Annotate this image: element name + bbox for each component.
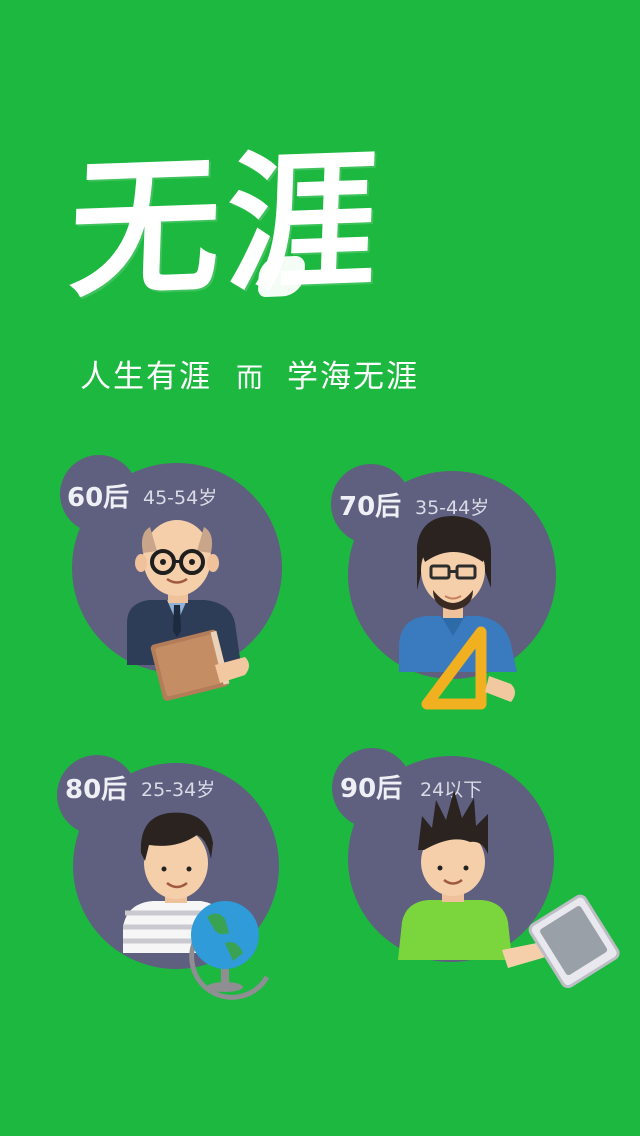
slogan-part2: 学海无涯 xyxy=(287,359,419,395)
group-card-60s[interactable]: 60后 45-54岁 xyxy=(55,455,295,705)
app-title-text: 无涯 xyxy=(66,132,386,319)
teen-with-tablet-illustration xyxy=(398,790,620,989)
group-card-90s[interactable]: 90后 24以下 xyxy=(332,748,632,1000)
slogan-connector: 而 xyxy=(236,363,263,394)
slogan: 人生有涯而学海无涯 xyxy=(80,357,560,397)
app-title: 无涯 xyxy=(67,132,414,326)
slogan-part1: 人生有涯 xyxy=(80,359,212,395)
man-with-beard-illustration xyxy=(399,516,517,710)
group-card-70s[interactable]: 70后 35-44岁 xyxy=(331,464,573,716)
splash-screen: 无涯 人生有涯而学海无涯 60后 45-54岁 70后 35-44岁 80后 2… xyxy=(0,0,640,1136)
young-man-with-globe-illustration xyxy=(123,812,270,1000)
group-card-80s[interactable]: 80后 25-34岁 xyxy=(57,755,297,1007)
older-man-with-glasses-illustration xyxy=(127,520,249,701)
